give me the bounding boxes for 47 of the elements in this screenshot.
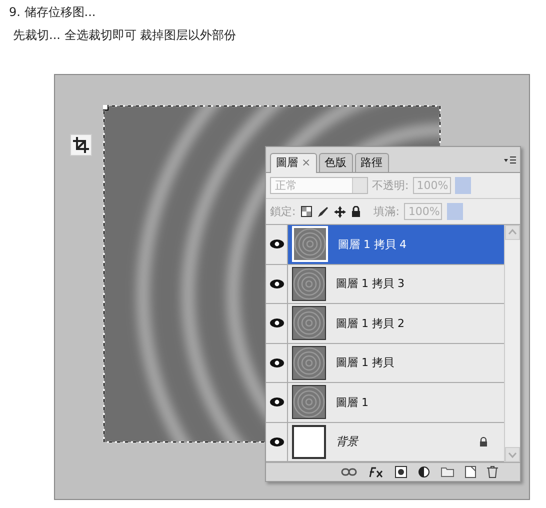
eye-icon[interactable]: [268, 238, 284, 250]
panel-tab[interactable]: 路徑: [354, 153, 389, 172]
folder-icon[interactable]: [441, 467, 454, 477]
move-icon[interactable]: [334, 206, 346, 218]
step-heading: 9. 储存位移图...: [9, 4, 96, 21]
layer-thumbnail: [292, 306, 326, 340]
link-icon[interactable]: [341, 467, 357, 477]
layer-effects-icon[interactable]: [368, 466, 384, 478]
layer-row[interactable]: 背景: [266, 422, 504, 462]
eye-icon[interactable]: [268, 278, 284, 290]
new-layer-icon[interactable]: [465, 466, 476, 478]
layer-name: 圖層 1 拷貝 2: [336, 316, 406, 331]
adjustment-layer-icon[interactable]: [418, 466, 430, 478]
fill-label: 填滿:: [374, 204, 400, 219]
panel-tab[interactable]: 色版: [318, 153, 353, 172]
layer-row[interactable]: 圖層 1 拷貝 2: [266, 304, 504, 344]
lock-icon: [479, 436, 488, 447]
panel-menu-icon[interactable]: [503, 155, 517, 165]
layer-thumbnail: [292, 424, 326, 459]
layer-name: 圖層 1 拷貝 4: [338, 236, 408, 252]
trash-icon[interactable]: [487, 466, 498, 478]
layer-row[interactable]: 圖層 1 拷貝 4: [266, 225, 504, 264]
opacity-slider-button[interactable]: [454, 177, 471, 194]
panel-tab[interactable]: 圖層 ×: [270, 153, 317, 173]
lock-icon[interactable]: [350, 206, 361, 217]
layer-thumbnail: [292, 266, 326, 301]
layer-row[interactable]: 圖層 1 拷貝 3: [266, 264, 504, 304]
layer-name: 背景: [336, 434, 360, 450]
layer-name: 圖層 1 拷貝: [336, 355, 395, 370]
layer-thumbnail: [292, 385, 326, 420]
layer-thumbnail: [292, 346, 326, 380]
fill-slider-button[interactable]: [447, 203, 464, 220]
layer-name: 圖層 1: [336, 394, 370, 410]
layer-mask-icon[interactable]: [395, 466, 407, 478]
brush-icon[interactable]: [316, 206, 329, 218]
layer-row[interactable]: 圖層 1: [266, 383, 504, 422]
layer-row[interactable]: 圖層 1 拷貝: [266, 344, 504, 383]
eye-icon[interactable]: [268, 356, 284, 369]
crop-tool-icon[interactable]: [70, 134, 92, 156]
eye-icon[interactable]: [268, 317, 284, 330]
layer-name: 圖層 1 拷貝 3: [336, 276, 406, 292]
step-instruction: 先裁切... 全选裁切即可 裁掉图层以外部份: [13, 27, 236, 44]
eye-icon[interactable]: [268, 436, 284, 448]
opacity-label: 不透明:: [372, 178, 409, 193]
lock-transparency-icon[interactable]: [300, 206, 312, 217]
eye-icon[interactable]: [268, 396, 284, 408]
lock-label: 鎖定:: [270, 204, 296, 219]
